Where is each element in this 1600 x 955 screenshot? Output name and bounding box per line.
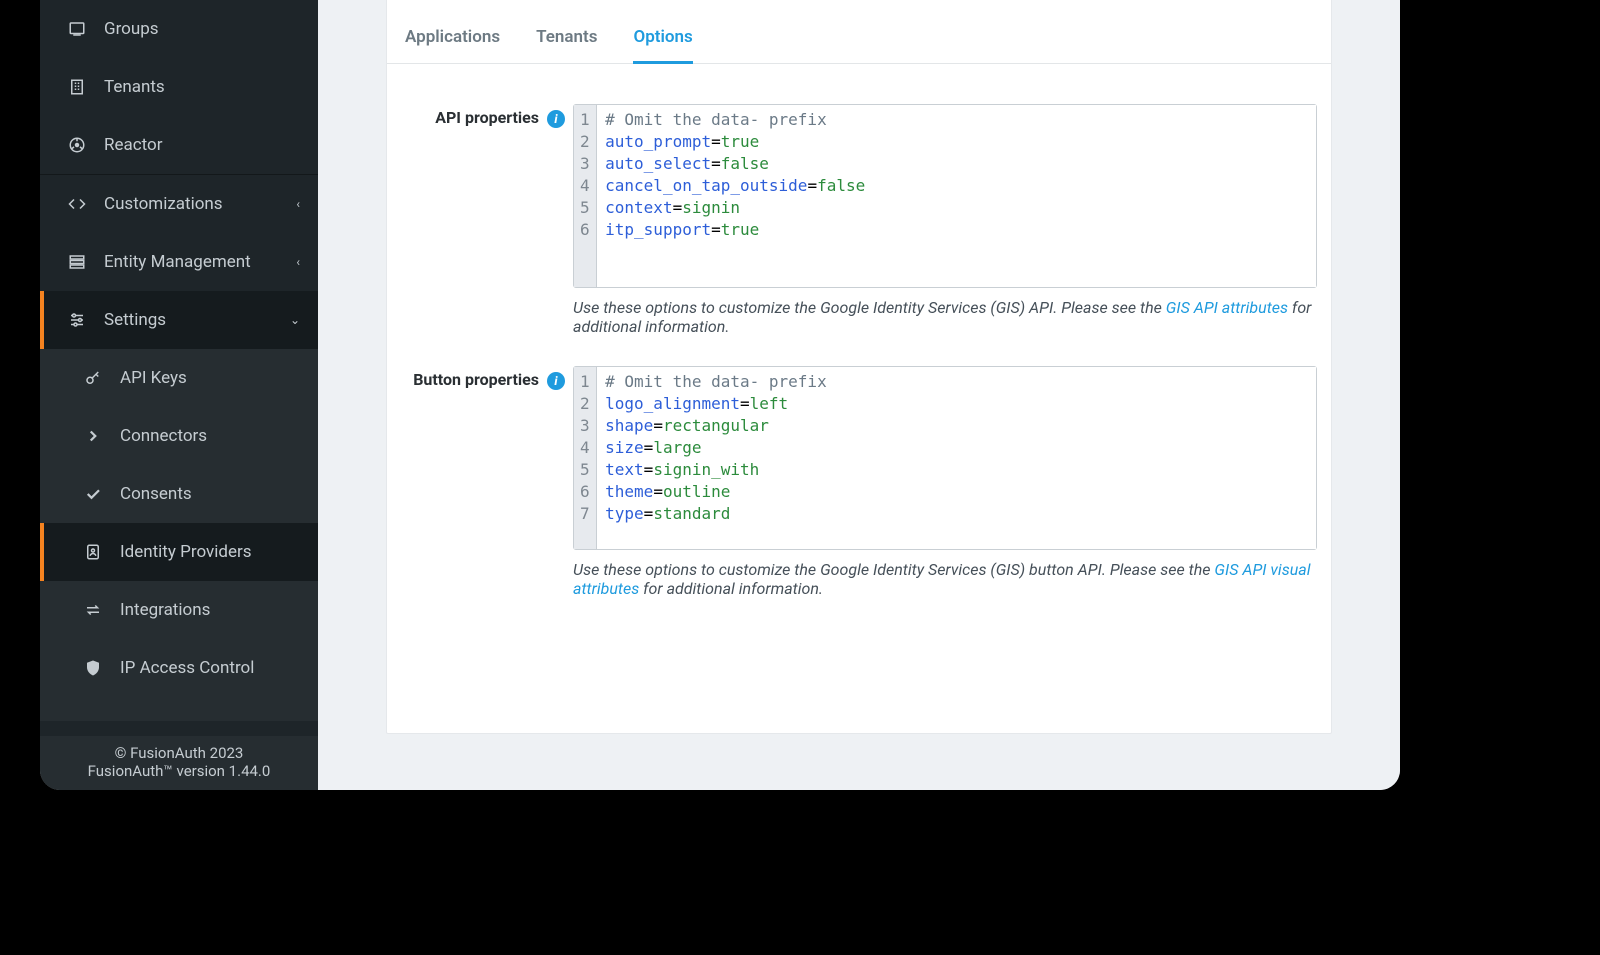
code-icon (68, 195, 104, 213)
info-icon[interactable]: i (547, 110, 565, 128)
chevron-left-icon: ‹ (296, 197, 300, 211)
sliders-icon (68, 311, 104, 329)
code-content[interactable]: # Omit the data- prefix auto_prompt=true… (597, 105, 1316, 287)
code-editor-api[interactable]: 123456 # Omit the data- prefix auto_prom… (573, 104, 1317, 288)
reactor-icon (68, 136, 104, 154)
sidebar-label: Tenants (104, 77, 165, 97)
content-panel: Applications Tenants Options API propert… (386, 0, 1332, 734)
sidebar-label: Reactor (104, 135, 163, 155)
sidebar-item-settings[interactable]: Settings ⌄ (40, 291, 318, 349)
sidebar-item-api-keys[interactable]: API Keys (40, 349, 318, 407)
group-icon (68, 20, 104, 38)
sidebar-label: Entity Management (104, 252, 251, 272)
sidebar-label: Consents (120, 484, 192, 504)
field-button-properties: Button properties i 1234567 # Omit the d… (401, 366, 1317, 598)
shield-icon (84, 659, 120, 677)
tab-applications[interactable]: Applications (405, 27, 500, 64)
gutter: 123456 (574, 105, 597, 287)
sidebar-label: Settings (104, 310, 166, 330)
sidebar-item-reactor[interactable]: Reactor (40, 116, 318, 174)
chevron-down-icon: ⌄ (290, 313, 300, 327)
settings-submenu: API Keys Connectors Consents (40, 349, 318, 721)
gutter: 1234567 (574, 367, 597, 549)
sidebar-label: Integrations (120, 600, 210, 620)
exchange-icon (84, 601, 120, 619)
tab-bar: Applications Tenants Options (387, 0, 1331, 64)
sidebar: Groups Tenants Reactor Customization (40, 0, 318, 790)
building-icon (68, 78, 104, 96)
app-window: Groups Tenants Reactor Customization (40, 0, 1400, 790)
code-editor-button[interactable]: 1234567 # Omit the data- prefix logo_ali… (573, 366, 1317, 550)
label-button-properties: Button properties i (401, 366, 573, 390)
field-api-properties: API properties i 123456 # Omit the data-… (401, 104, 1317, 336)
key-icon (84, 369, 120, 387)
sidebar-item-entity-management[interactable]: Entity Management ‹ (40, 233, 318, 291)
main-content: Applications Tenants Options API propert… (318, 0, 1400, 790)
tab-tenants[interactable]: Tenants (536, 27, 597, 64)
sidebar-label: API Keys (120, 368, 187, 388)
options-form: API properties i 123456 # Omit the data-… (387, 64, 1331, 598)
sidebar-nav: Groups Tenants Reactor Customization (40, 0, 318, 736)
version-text: FusionAuth™ version 1.44.0 (46, 762, 312, 780)
sidebar-item-truncated[interactable] (40, 697, 318, 721)
sidebar-label: Groups (104, 19, 159, 39)
link-gis-api-attributes[interactable]: GIS API attributes (1166, 298, 1288, 317)
sidebar-label: Identity Providers (120, 542, 252, 562)
sidebar-item-customizations[interactable]: Customizations ‹ (40, 175, 318, 233)
sidebar-item-integrations[interactable]: Integrations (40, 581, 318, 639)
sidebar-footer: © FusionAuth 2023 FusionAuth™ version 1.… (40, 736, 318, 790)
sidebar-item-consents[interactable]: Consents (40, 465, 318, 523)
chevron-left-icon: ‹ (296, 255, 300, 269)
sidebar-item-groups[interactable]: Groups (40, 0, 318, 58)
sidebar-label: Connectors (120, 426, 207, 446)
check-icon (84, 485, 120, 503)
label-api-properties: API properties i (401, 104, 573, 128)
info-icon[interactable]: i (547, 372, 565, 390)
help-api-properties: Use these options to customize the Googl… (573, 298, 1317, 336)
sidebar-label: IP Access Control (120, 658, 254, 678)
sidebar-label: Customizations (104, 194, 223, 214)
sidebar-item-identity-providers[interactable]: Identity Providers (40, 523, 318, 581)
tab-options[interactable]: Options (633, 27, 692, 64)
chevron-right-icon (84, 427, 120, 445)
copyright-text: © FusionAuth 2023 (46, 744, 312, 762)
sidebar-item-connectors[interactable]: Connectors (40, 407, 318, 465)
sidebar-item-ip-access-control[interactable]: IP Access Control (40, 639, 318, 697)
id-card-icon (84, 543, 120, 561)
sidebar-item-tenants[interactable]: Tenants (40, 58, 318, 116)
stack-icon (68, 253, 104, 271)
code-content[interactable]: # Omit the data- prefix logo_alignment=l… (597, 367, 1316, 549)
help-button-properties: Use these options to customize the Googl… (573, 560, 1317, 598)
